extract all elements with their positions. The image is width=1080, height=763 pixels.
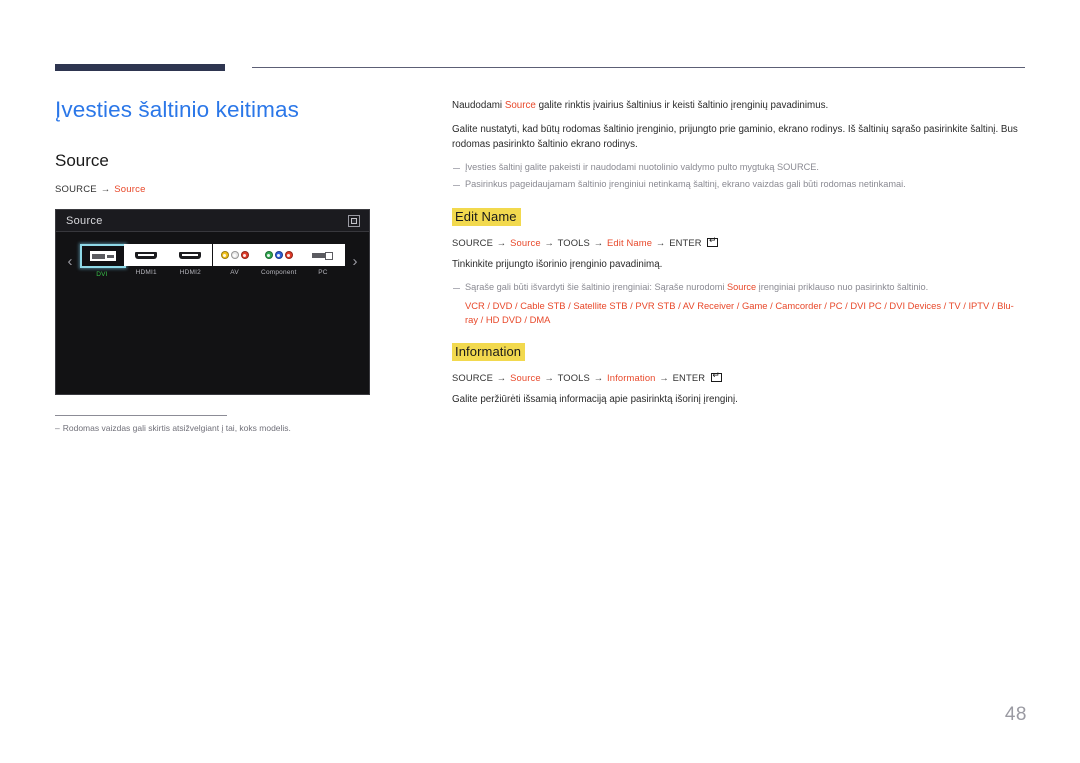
source-carousel: ‹ DVI HDMI1 HDMI2 AV Component PC › — [56, 244, 369, 279]
tv-panel-body: ‹ DVI HDMI1 HDMI2 AV Component PC › — [56, 232, 369, 395]
page-number: 48 — [1004, 704, 1027, 725]
header-accent-bar — [55, 64, 225, 71]
source-item-component[interactable]: Component — [256, 244, 301, 279]
breadcrumb-arrow-icon: → — [100, 184, 111, 196]
source-label-component: Component — [261, 269, 297, 277]
info-crumb-1: SOURCE — [452, 372, 494, 384]
edit-crumb-2: Source — [510, 237, 541, 249]
source-label-av: AV — [230, 269, 239, 277]
edit-note-accent: Source — [726, 282, 757, 293]
header-divider-line — [252, 67, 1025, 68]
source-item-hdmi1[interactable]: HDMI1 — [124, 244, 169, 279]
footnote-text: Rodomas vaizdas gali skirtis atsižvelgia… — [62, 423, 291, 434]
edit-name-device-list: VCR / DVD / Cable STB / Satellite STB / … — [465, 299, 1014, 326]
footnote-divider — [55, 415, 227, 417]
breadcrumb-edit-name: SOURCE → Source → TOOLS → Edit Name → EN… — [452, 236, 1025, 249]
info-crumb-3: TOOLS — [557, 372, 590, 384]
window-icon — [348, 215, 360, 228]
arrow-icon: → — [593, 372, 604, 384]
source-item-pc[interactable]: PC — [300, 244, 345, 279]
hdmi-connector-icon — [124, 244, 169, 267]
chevron-right-icon[interactable]: › — [347, 247, 363, 275]
edit-crumb-4: Edit Name — [607, 237, 653, 249]
info-crumb-2: Source — [510, 372, 541, 384]
footnote-model-disclaimer: ‒ Rodomas vaizdas gali skirtis atsižvelgi… — [55, 423, 415, 435]
intro-note-2: Pasirinkus pageidaujamam šaltinio įrengi… — [452, 178, 1025, 192]
dvi-connector-icon — [80, 244, 126, 269]
av-rca-connector-icon — [212, 244, 257, 267]
intro-paragraph-1: Naudodami Source galite rinktis įvairius… — [452, 99, 1025, 114]
component-rca-dots — [264, 251, 293, 260]
tv-panel-title: Source — [66, 214, 103, 227]
intro-p1-post: galite rinktis įvairius šaltinius ir kei… — [535, 100, 829, 111]
pc-vga-connector-icon — [300, 244, 345, 267]
section-title-source: Source — [55, 151, 109, 171]
intro-note-1: Įvesties šaltinį galite pakeisti ir naud… — [452, 161, 1025, 175]
edit-name-body: Tinkinkite prijungto išorinio įrenginio … — [452, 259, 663, 271]
source-item-list: DVI HDMI1 HDMI2 AV Component PC — [78, 244, 347, 279]
intro-p1-accent: Source — [504, 100, 536, 111]
breadcrumb-source-path: SOURCE → Source — [55, 184, 415, 195]
source-label-pc: PC — [318, 269, 328, 277]
heading-edit-name: Edit Name — [452, 208, 521, 227]
intro-paragraph-2: Galite nustatyti, kad būtų rodomas šalti… — [452, 123, 1018, 150]
source-label-hdmi1: HDMI1 — [135, 269, 157, 277]
source-item-hdmi2[interactable]: HDMI2 — [168, 244, 213, 279]
arrow-icon: → — [593, 237, 604, 249]
page-title: Įvesties šaltinio keitimas — [55, 97, 299, 122]
source-item-av[interactable]: AV — [212, 244, 257, 279]
breadcrumb-target: Source — [114, 184, 146, 196]
arrow-icon: → — [496, 372, 507, 384]
edit-crumb-3: TOOLS — [557, 237, 590, 249]
arrow-icon: → — [544, 237, 554, 249]
intro-p1-pre: Naudodami — [452, 100, 505, 111]
right-column: Naudodami Source galite rinktis įvairius… — [452, 99, 1025, 417]
arrow-icon: → — [544, 372, 554, 384]
edit-note-pre: Sąraše gali būti išvardyti šie šaltinio … — [465, 282, 727, 293]
arrow-icon: → — [659, 372, 669, 384]
tv-panel-header: Source — [56, 210, 369, 233]
left-column: Įvesties šaltinio keitimas Source SOURCE… — [55, 96, 415, 435]
info-crumb-4: Information — [607, 372, 656, 384]
information-body: Galite peržiūrėti išsamią informaciją ap… — [452, 394, 738, 406]
edit-crumb-5: ENTER — [669, 237, 702, 249]
enter-key-icon — [710, 371, 722, 383]
hdmi-connector-icon — [168, 244, 213, 267]
arrow-icon: → — [496, 237, 507, 249]
chevron-left-icon[interactable]: ‹ — [62, 247, 78, 275]
heading-information: Information — [452, 343, 526, 362]
section-information: Information SOURCE → Source → TOOLS → In… — [452, 343, 1025, 408]
edit-note-post: įrenginiai priklauso nuo pasirinkto šalt… — [756, 282, 929, 293]
source-label-hdmi2: HDMI2 — [179, 269, 201, 277]
section-edit-name: Edit Name SOURCE → Source → TOOLS → Edit… — [452, 208, 1025, 327]
enter-key-icon — [707, 236, 719, 248]
manual-page: Įvesties šaltinio keitimas Source SOURCE… — [0, 0, 1080, 763]
av-rca-dots — [220, 251, 249, 260]
tv-source-screen-mock: Source ‹ DVI HDMI1 HDMI2 AV Component PC… — [55, 209, 370, 396]
info-crumb-5: ENTER — [672, 372, 706, 384]
arrow-icon: → — [655, 237, 666, 249]
footnote-dash-icon: ‒ — [55, 423, 60, 434]
breadcrumb-root: SOURCE — [55, 184, 97, 196]
edit-crumb-1: SOURCE — [452, 237, 494, 249]
source-item-dvi[interactable]: DVI — [80, 244, 126, 279]
edit-name-note: Sąraše gali būti išvardyti šie šaltinio … — [452, 281, 1025, 295]
breadcrumb-information: SOURCE → Source → TOOLS → Information → … — [452, 371, 1025, 384]
source-label-dvi: DVI — [96, 271, 108, 279]
component-rca-connector-icon — [256, 244, 301, 267]
